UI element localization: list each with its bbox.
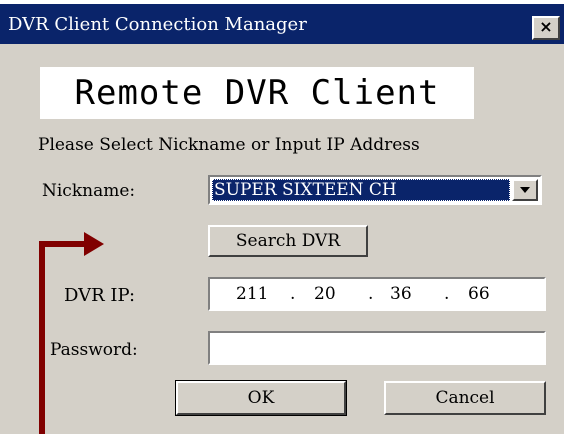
screenshot-stage: DVR Client Connection Manager × Remote D… [0,0,564,434]
annotation-arrow-head [84,232,104,256]
annotation-arrow-line [39,241,86,434]
annotation-arrow [39,232,104,434]
